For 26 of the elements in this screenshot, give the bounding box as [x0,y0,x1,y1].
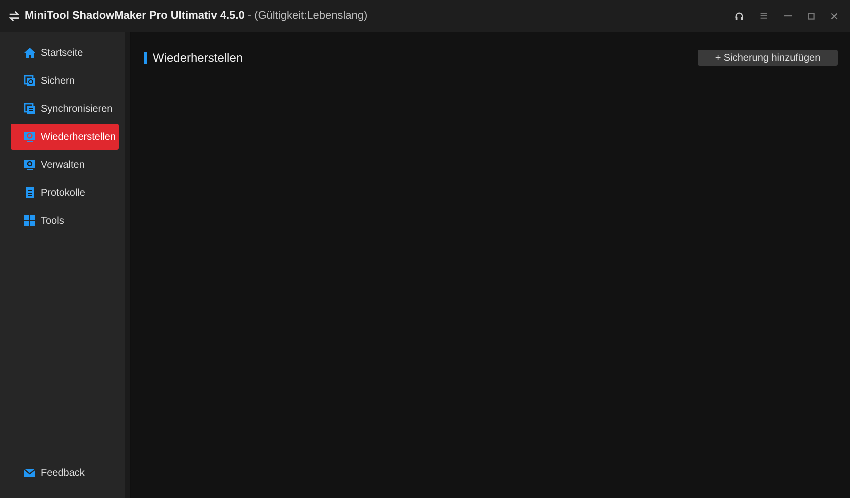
monitor-icon [24,159,36,171]
logo-icon [8,10,21,22]
nav-item[interactable]: Wiederherstellen [11,124,119,150]
nav-item[interactable]: Sichern [11,68,119,94]
sync-icon [24,103,36,115]
close-icon[interactable] [831,12,838,20]
nav-item[interactable]: Synchronisieren [11,96,119,122]
monitor-icon [24,131,36,143]
window-title: MiniTool ShadowMaker Pro Ultimativ 4.5.0 [25,10,245,22]
home-icon [24,47,36,59]
menu-icon[interactable] [760,12,768,20]
maximize-icon[interactable] [808,12,815,20]
add-backup-button[interactable]: + Sicherung hinzufügen [698,50,838,66]
envelope-icon [24,467,36,479]
document-icon [24,187,36,199]
window-subtitle: - (Gültigkeit:Lebenslang) [248,10,368,22]
nav-item[interactable]: Feedback [11,460,119,486]
minimize-icon[interactable] [784,15,792,17]
nav-item[interactable]: Tools [11,208,119,234]
nav-item[interactable]: Startseite [11,40,119,66]
grid-icon [24,215,36,227]
headset-icon[interactable] [735,12,744,20]
nav-item[interactable]: Protokolle [11,180,119,206]
backup-icon [24,75,36,87]
page-heading: Wiederherstellen [153,51,244,65]
nav-item[interactable]: Verwalten [11,152,119,178]
